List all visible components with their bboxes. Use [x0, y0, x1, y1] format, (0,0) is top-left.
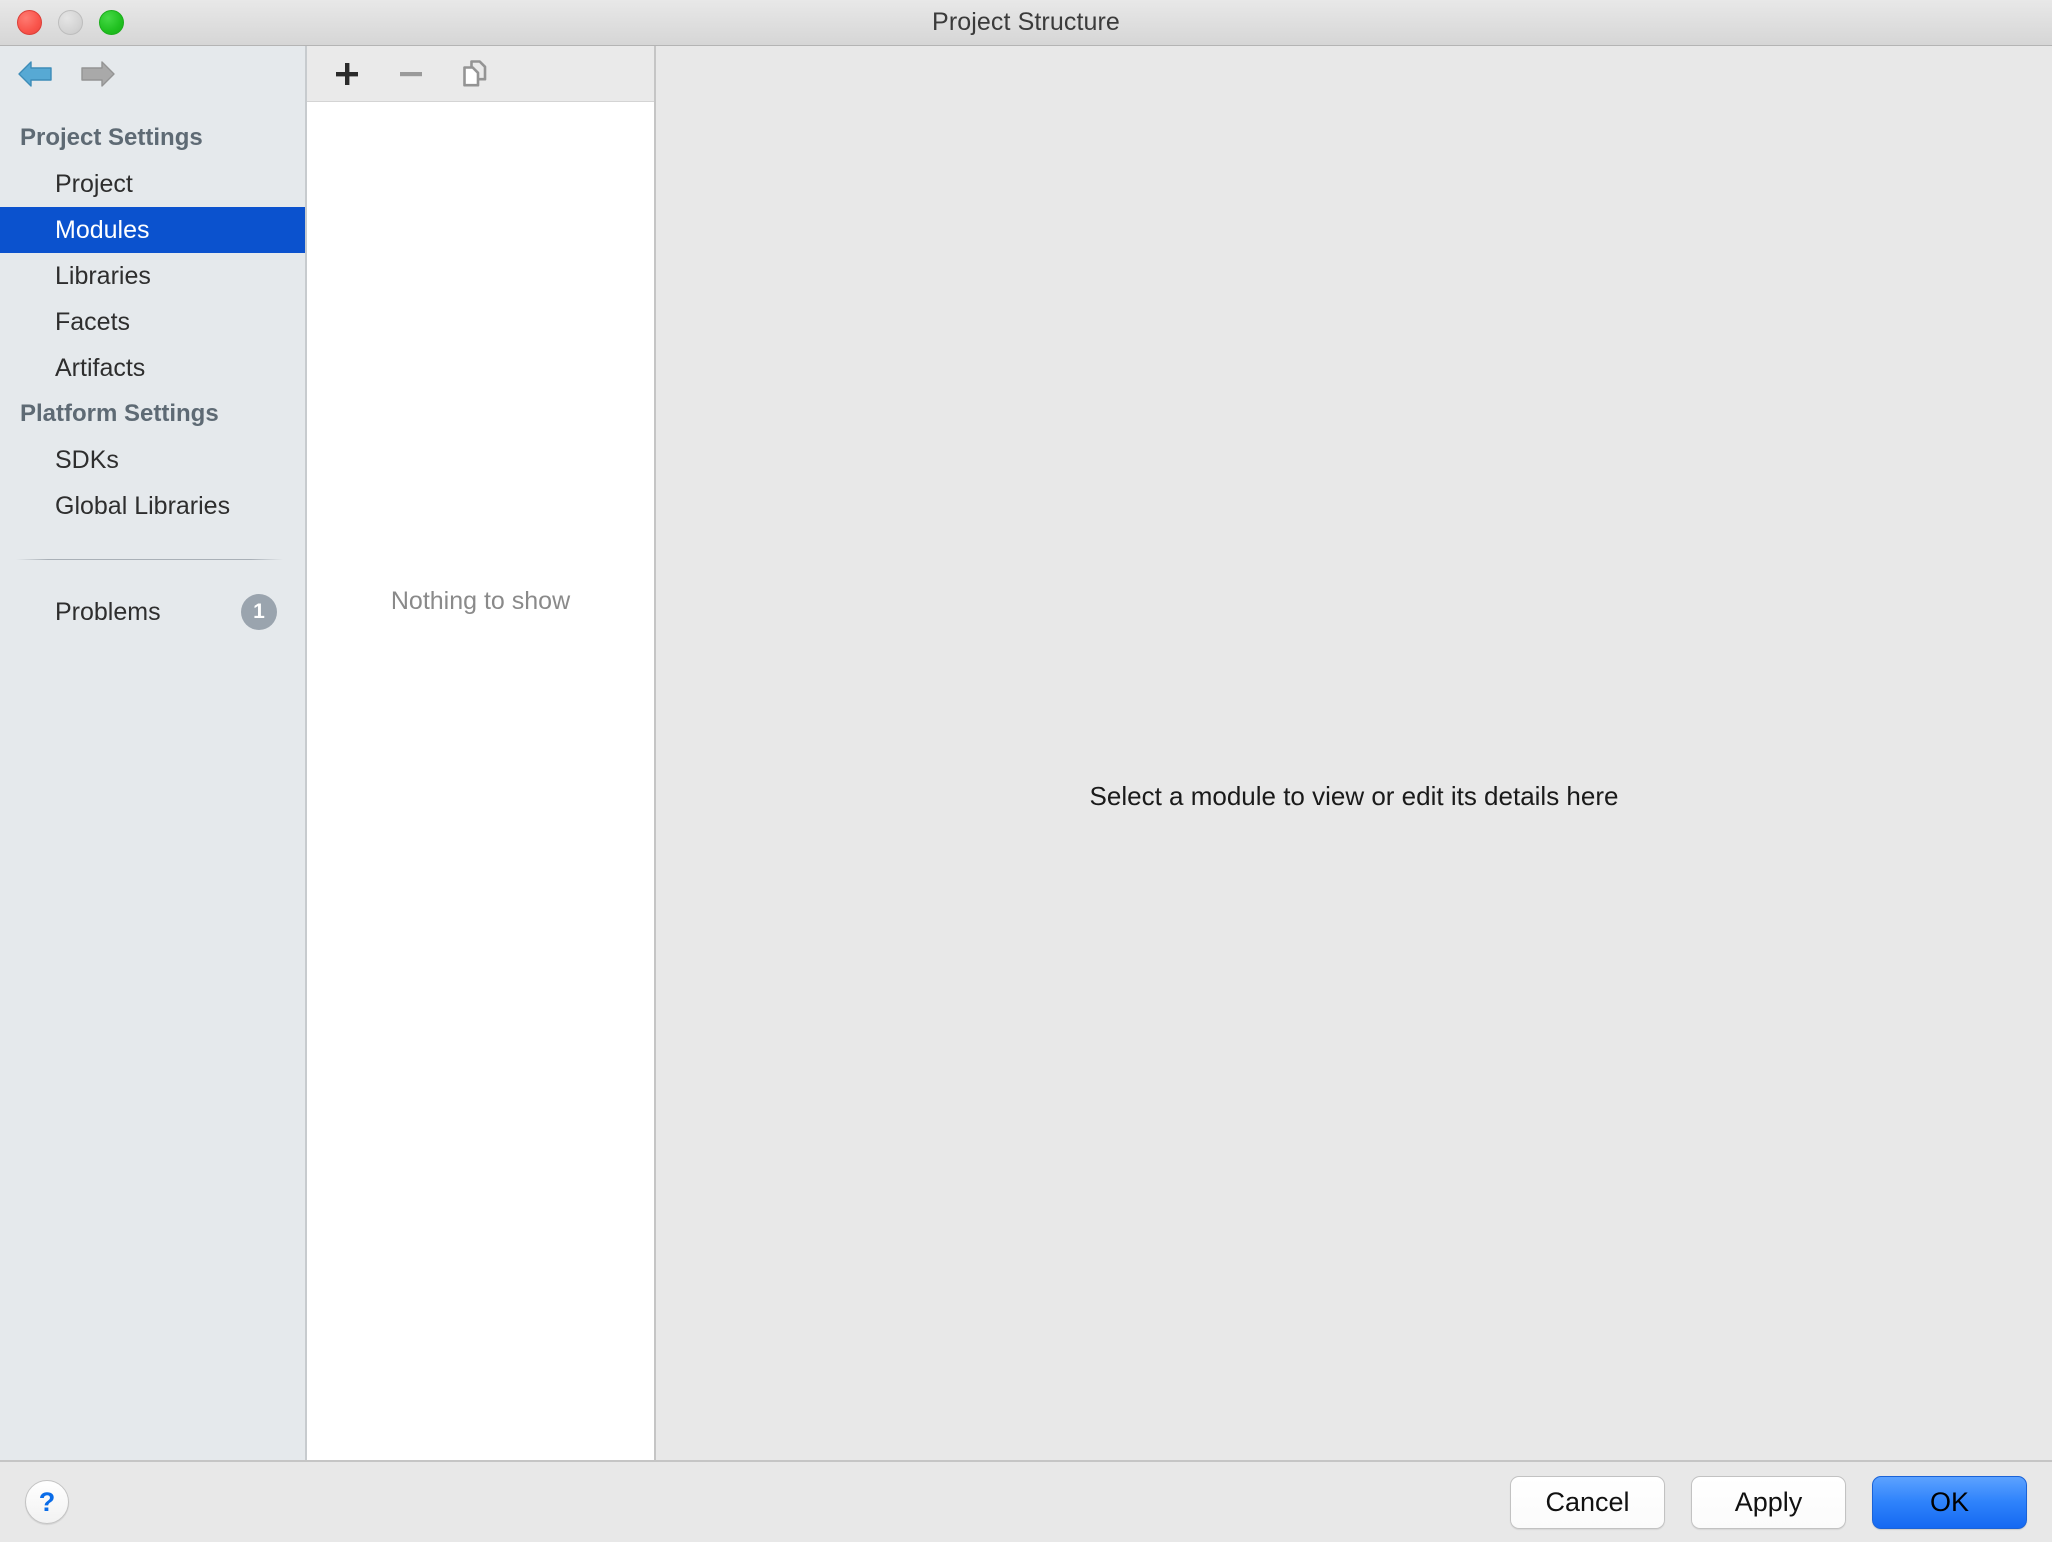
modules-list-panel: Nothing to show — [307, 46, 656, 1460]
apply-button[interactable]: Apply — [1691, 1475, 1846, 1529]
problems-count-badge: 1 — [241, 594, 277, 630]
project-structure-dialog: Project Structure Project Settings Proje… — [0, 0, 2052, 1542]
arrow-right-icon[interactable] — [79, 58, 117, 90]
sidebar-item-facets[interactable]: Facets — [0, 299, 305, 345]
add-module-button[interactable] — [329, 56, 365, 92]
minus-icon — [400, 71, 422, 76]
window-title: Project Structure — [932, 8, 1120, 36]
sidebar-group-project-settings: Project Settings — [20, 124, 203, 151]
sidebar-item-project[interactable]: Project — [0, 161, 305, 207]
plus-icon — [336, 62, 358, 85]
traffic-light-controls — [17, 0, 124, 45]
copy-icon — [463, 59, 487, 86]
maximize-window-button[interactable] — [99, 10, 124, 35]
sidebar-divider — [16, 559, 283, 560]
footer-button-group: Cancel Apply OK — [1510, 1475, 2027, 1529]
problems-label: Problems — [55, 597, 161, 626]
module-detail-panel: Select a module to view or edit its deta… — [656, 46, 2052, 1460]
cancel-button[interactable]: Cancel — [1510, 1475, 1665, 1529]
close-window-button[interactable] — [17, 10, 42, 35]
sidebar-item-libraries[interactable]: Libraries — [0, 253, 305, 299]
ok-button[interactable]: OK — [1872, 1475, 2027, 1529]
remove-module-button[interactable] — [393, 56, 429, 92]
arrow-left-icon[interactable] — [16, 58, 54, 90]
navigation-arrows — [0, 46, 305, 101]
modules-empty-state: Nothing to show — [307, 102, 654, 1460]
sidebar-item-artifacts[interactable]: Artifacts — [0, 345, 305, 391]
sidebar-item-sdks[interactable]: SDKs — [0, 437, 305, 483]
sidebar-item-problems[interactable]: Problems 1 — [0, 584, 305, 640]
sidebar-item-modules[interactable]: Modules — [0, 207, 305, 253]
settings-sidebar: Project Settings Project Modules Librari… — [0, 46, 307, 1460]
copy-module-button[interactable] — [457, 56, 493, 92]
minimize-window-button[interactable] — [58, 10, 83, 35]
help-button[interactable]: ? — [25, 1480, 69, 1524]
title-bar: Project Structure — [0, 0, 2052, 46]
nothing-to-show-label: Nothing to show — [390, 587, 571, 615]
sidebar-nav-list: Project Settings Project Modules Librari… — [0, 101, 305, 529]
sidebar-group-platform-settings: Platform Settings — [20, 400, 219, 427]
detail-placeholder-label: Select a module to view or edit its deta… — [1089, 781, 1619, 811]
sidebar-item-global-libraries[interactable]: Global Libraries — [0, 483, 305, 529]
dialog-body: Project Settings Project Modules Librari… — [0, 46, 2052, 1462]
dialog-footer: ? Cancel Apply OK — [0, 1462, 2052, 1542]
modules-toolbar — [307, 46, 654, 102]
